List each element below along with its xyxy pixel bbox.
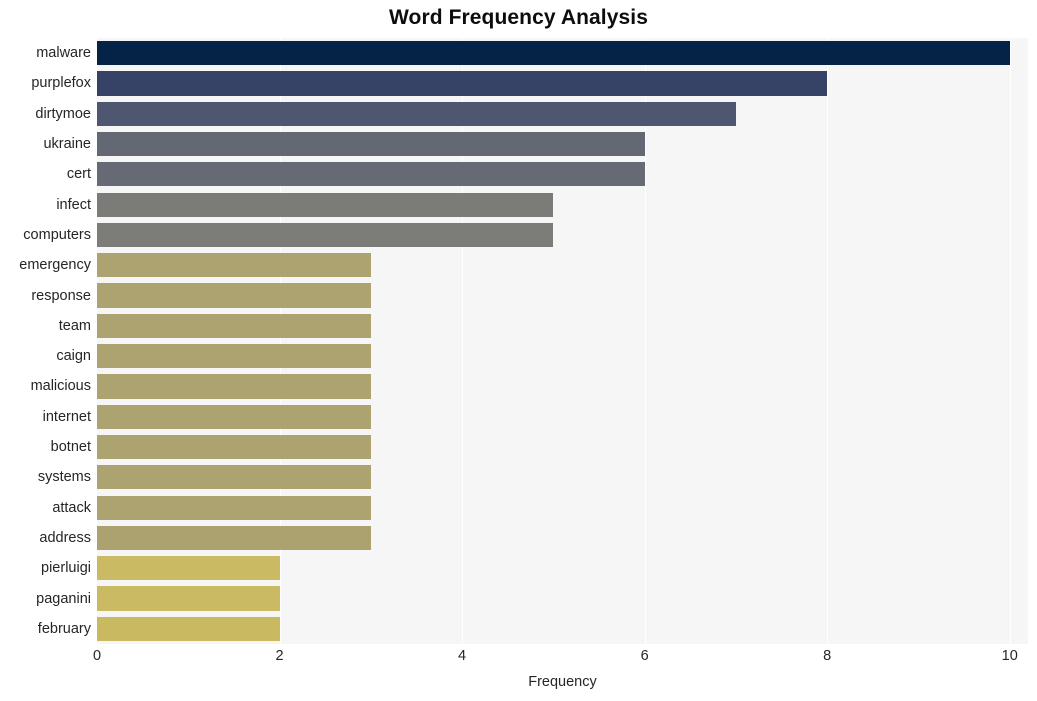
x-tick-label-6: 6 [640, 648, 649, 664]
word-frequency-chart: Word Frequency Analysis malware purplefox… [0, 0, 1037, 701]
bar-row [97, 586, 1028, 611]
bar-computers [97, 222, 554, 248]
bar-emergency [97, 253, 371, 278]
bar-systems [97, 465, 371, 490]
bar-internet [97, 404, 371, 429]
x-axis-tick-labels: 0 2 4 6 8 10 [0, 649, 1037, 671]
bar-row [97, 222, 1028, 248]
bar-row [97, 162, 1028, 187]
x-axis-title: Frequency [528, 674, 597, 690]
x-tick-label-0: 0 [92, 648, 102, 664]
chart-title: Word Frequency Analysis [388, 6, 649, 29]
bar-row [97, 192, 1028, 217]
bar-row [97, 374, 1028, 399]
bar-ukraine [97, 131, 645, 157]
y-tick-label-february: february [37, 620, 91, 637]
bar-row [97, 556, 1028, 581]
y-tick-label-paganini: paganini [36, 590, 91, 607]
bar-malicious [97, 374, 371, 399]
bar-infect [97, 192, 554, 217]
plot-area [97, 38, 1028, 644]
bars-layer [97, 38, 1028, 644]
y-tick-label-attack: attack [52, 499, 91, 516]
y-tick-label-computers: computers [23, 226, 91, 243]
y-tick-label-malicious: malicious [30, 378, 91, 395]
x-tick-label-8: 8 [823, 648, 832, 664]
bar-row [97, 313, 1028, 338]
bar-team [97, 313, 371, 338]
x-tick-label-4: 4 [458, 648, 467, 664]
bar-malware [97, 41, 1010, 66]
y-tick-label-malware: malware [36, 45, 91, 62]
x-tick-label-2: 2 [275, 648, 284, 664]
x-tick-label-10: 10 [1001, 648, 1018, 664]
bar-row [97, 131, 1028, 157]
bar-attack [97, 495, 371, 520]
bar-pierluigi [97, 556, 280, 581]
bar-cert [97, 162, 645, 187]
bar-row [97, 283, 1028, 308]
bar-response [97, 283, 371, 308]
y-tick-label-systems: systems [37, 469, 91, 486]
y-tick-label-internet: internet [42, 408, 91, 425]
bar-purplefox [97, 71, 828, 96]
y-axis-tick-labels: malware purplefox dirtymoe ukraine cert infec… [0, 38, 91, 644]
bar-row [97, 344, 1028, 369]
bar-row [97, 434, 1028, 460]
bar-paganini [97, 586, 280, 611]
y-tick-label-caign: caign [56, 348, 91, 365]
y-tick-label-cert: cert [66, 166, 91, 183]
y-tick-label-pierluigi: pierluigi [41, 560, 91, 577]
bar-row [97, 71, 1028, 96]
y-tick-label-botnet: botnet [50, 439, 91, 456]
bar-caign [97, 344, 371, 369]
bar-row [97, 465, 1028, 490]
bar-row [97, 525, 1028, 551]
y-tick-label-infect: infect [56, 196, 91, 213]
bar-row [97, 404, 1028, 429]
bar-february [97, 616, 280, 641]
bar-row [97, 101, 1028, 126]
bar-row [97, 41, 1028, 66]
y-tick-label-response: response [31, 287, 91, 304]
bar-row [97, 253, 1028, 278]
bar-row [97, 616, 1028, 641]
bar-row [97, 495, 1028, 520]
y-tick-label-address: address [39, 529, 91, 546]
y-tick-label-dirtymoe: dirtymoe [35, 105, 91, 122]
y-tick-label-ukraine: ukraine [43, 136, 91, 153]
bar-address [97, 525, 371, 551]
y-tick-label-emergency: emergency [19, 257, 91, 274]
y-tick-label-team: team [58, 317, 91, 334]
y-tick-label-purplefox: purplefox [31, 75, 91, 92]
bar-botnet [97, 434, 371, 460]
bar-dirtymoe [97, 101, 736, 126]
